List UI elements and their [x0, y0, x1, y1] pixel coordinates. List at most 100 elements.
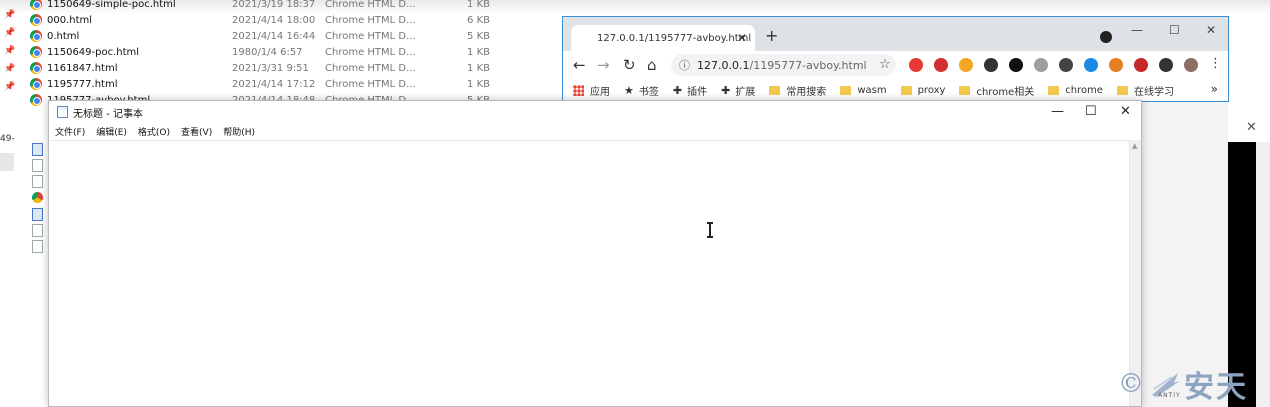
puzzle-icon: ✚ [721, 83, 731, 97]
file-name: 0.html [47, 30, 80, 42]
bookmark-label: 书签 [638, 86, 659, 98]
folder-icon [959, 85, 971, 95]
close-button[interactable]: ✕ [1120, 104, 1131, 119]
extension-icon[interactable] [1084, 58, 1098, 72]
extension-icon[interactable] [1034, 58, 1048, 72]
maximize-button[interactable]: ☐ [1085, 104, 1097, 119]
file-icon[interactable] [32, 224, 43, 237]
bookmark-item[interactable]: 常用搜索 [769, 83, 826, 98]
pin-icon[interactable]: 📌 [4, 28, 15, 38]
minimize-button[interactable]: — [1131, 23, 1143, 37]
url-path: /1195777-avboy.html [749, 58, 867, 72]
file-row[interactable]: 1150649-simple-poc.html 2021/3/19 18:37 … [30, 0, 490, 12]
profile-avatar-icon[interactable] [1100, 31, 1112, 43]
extension-icon[interactable] [1059, 58, 1073, 72]
pin-icon[interactable]: 📌 [4, 46, 15, 56]
file-icon[interactable] [32, 143, 43, 156]
menu-format[interactable]: 格式(O) [138, 125, 170, 138]
extension-icon[interactable] [909, 58, 923, 72]
extension-icon[interactable] [1159, 58, 1173, 72]
bookmark-label: proxy [917, 84, 946, 96]
reload-icon[interactable]: ↻ [623, 56, 636, 74]
bookmarks-more-icon[interactable]: » [1211, 82, 1218, 96]
maximize-button[interactable]: ☐ [1169, 23, 1180, 37]
bookmarks-bar: 应用 ★ 书签 ✚ 插件 ✚ 扩展 常用搜索 wasm proxy chrome相关 chrome 在线… [563, 79, 1228, 101]
extension-icon[interactable] [1134, 58, 1148, 72]
chrome-html-icon[interactable] [32, 192, 43, 203]
text-editor-area[interactable] [51, 140, 1129, 406]
file-icon[interactable] [32, 159, 43, 172]
close-icon[interactable]: ✕ [1246, 120, 1257, 135]
menu-view[interactable]: 查看(V) [181, 125, 212, 138]
bookmark-item[interactable]: proxy [900, 84, 946, 96]
file-name: 1150649-simple-poc.html [47, 0, 176, 10]
bookmark-item[interactable]: wasm [840, 85, 887, 96]
scroll-up-icon[interactable]: ▲ [1132, 142, 1137, 150]
extension-icon[interactable] [959, 58, 973, 72]
extension-icon[interactable] [1184, 58, 1198, 72]
bookmark-item[interactable]: ✚ 扩展 [721, 83, 755, 98]
file-icon[interactable] [32, 175, 43, 188]
file-row[interactable]: 000.html 2021/4/14 18:00 Chrome HTML D..… [30, 12, 490, 28]
tab-close-icon[interactable]: ✕ [737, 31, 747, 45]
file-icon[interactable] [32, 240, 43, 253]
star-icon: ★ [624, 83, 634, 97]
bookmark-item[interactable]: 在线学习 [1116, 83, 1174, 98]
menu-icon[interactable]: ⋮ [1209, 56, 1222, 71]
back-icon[interactable]: ← [573, 56, 586, 74]
chrome-html-icon [30, 46, 42, 58]
copyright-symbol: © [1118, 369, 1144, 399]
extension-icon[interactable] [1009, 58, 1023, 72]
notepad-window: 无标题 - 记事本 — ☐ ✕ 文件(F) 编辑(E) 格式(O) 查看(V) … [48, 100, 1142, 407]
pin-icon[interactable]: 📌 [4, 10, 15, 20]
file-size: 5 KB [467, 30, 490, 42]
window-title: 无标题 - 记事本 [73, 108, 143, 120]
bookmark-label: 应用 [590, 86, 610, 98]
puzzle-icon: ✚ [672, 83, 683, 97]
tab-active[interactable]: 127.0.0.1/1195777-avboy.html ✕ [571, 25, 755, 52]
chrome-html-icon [30, 62, 42, 74]
notepad-titlebar[interactable]: 无标题 - 记事本 — ☐ ✕ [49, 101, 1141, 123]
bookmark-item[interactable]: 应用 [573, 83, 610, 98]
bookmark-item[interactable]: ✚ 插件 [673, 83, 707, 98]
menu-edit[interactable]: 编辑(E) [96, 125, 127, 138]
menu-help[interactable]: 帮助(H) [223, 125, 255, 138]
tab-title: 127.0.0.1/1195777-avboy.html [597, 33, 752, 44]
menu-file[interactable]: 文件(F) [55, 125, 85, 138]
bookmark-list: 应用 ★ 书签 ✚ 插件 ✚ 扩展 常用搜索 wasm proxy chrome相关 chrome 在线… [573, 83, 1188, 98]
new-tab-button[interactable]: + [765, 26, 778, 45]
home-icon[interactable]: ⌂ [647, 56, 657, 74]
watermark: © 安天 ANTIY [1118, 362, 1248, 406]
folder-icon [900, 85, 912, 95]
file-date: 2021/3/31 9:51 [232, 62, 309, 74]
extension-icon[interactable] [934, 58, 948, 72]
notepad-icon [57, 106, 68, 118]
scrollbar[interactable] [1256, 142, 1270, 407]
file-row[interactable]: 1195777.html 2021/4/14 17:12 Chrome HTML… [30, 76, 490, 92]
file-row[interactable]: 0.html 2021/4/14 16:44 Chrome HTML D... … [30, 28, 490, 44]
file-size: 1 KB [467, 62, 490, 74]
menu-bar: 文件(F) 编辑(E) 格式(O) 查看(V) 帮助(H) [49, 123, 1141, 140]
url-host: 127.0.0.1 [697, 58, 750, 72]
bookmark-item[interactable]: ★ 书签 [624, 83, 659, 98]
info-icon[interactable]: ⓘ [679, 57, 690, 73]
extension-icon[interactable] [984, 58, 998, 72]
file-icon[interactable] [32, 208, 43, 221]
file-type: Chrome HTML D... [325, 0, 416, 10]
bookmark-label: 常用搜索 [786, 86, 827, 98]
file-row[interactable]: 1150649-poc.html 1980/1/4 6:57 Chrome HT… [30, 44, 490, 60]
file-name: 1195777.html [47, 78, 118, 90]
forward-icon[interactable]: → [597, 56, 610, 74]
file-type: Chrome HTML D... [325, 46, 416, 58]
file-date: 2021/3/19 18:37 [232, 0, 316, 10]
bookmark-star-icon[interactable]: ☆ [879, 57, 891, 72]
file-row[interactable]: 1161847.html 2021/3/31 9:51 Chrome HTML … [30, 60, 490, 76]
address-bar[interactable]: ⓘ 127.0.0.1/1195777-avboy.html [671, 54, 896, 76]
pin-icon[interactable]: 📌 [4, 82, 15, 92]
pin-icon[interactable]: 📌 [4, 64, 15, 74]
minimize-button[interactable]: — [1051, 104, 1064, 119]
close-button[interactable]: ✕ [1206, 23, 1216, 37]
bookmark-item[interactable]: chrome相关 [959, 83, 1034, 98]
extension-icon[interactable] [1109, 58, 1123, 72]
bookmark-item[interactable]: chrome [1048, 85, 1103, 96]
